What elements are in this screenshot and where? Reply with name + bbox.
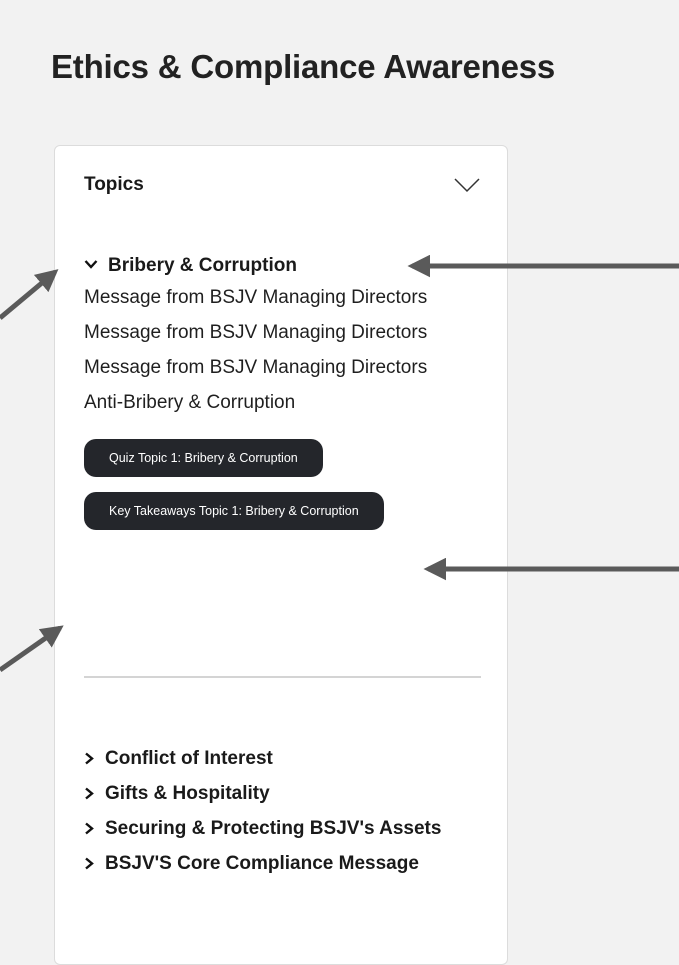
topics-header[interactable]: Topics (84, 173, 484, 203)
topic-list: Message from BSJV Managing Directors Mes… (84, 280, 444, 420)
chevron-right-icon (85, 857, 94, 870)
section-gifts-hospitality[interactable]: Gifts & Hospitality (84, 776, 484, 811)
divider (84, 676, 481, 678)
section-title: Conflict of Interest (105, 748, 273, 769)
section-title: Gifts & Hospitality (105, 783, 270, 804)
collapsed-sections: Conflict of Interest Gifts & Hospitality… (84, 741, 484, 881)
section-conflict-of-interest[interactable]: Conflict of Interest (84, 741, 484, 776)
arrow-icon (0, 269, 59, 320)
chevron-down-icon (84, 260, 98, 269)
quiz-topic-button[interactable]: Quiz Topic 1: Bribery & Corruption (84, 439, 323, 477)
section-title: BSJV'S Core Compliance Message (105, 853, 419, 874)
section-bribery-corruption: Bribery & Corruption Message from BSJV M… (84, 254, 444, 530)
section-core-compliance-message[interactable]: BSJV'S Core Compliance Message (84, 846, 484, 881)
chevron-right-icon (85, 822, 94, 835)
topics-panel: Topics Bribery & Corruption Message from… (54, 145, 508, 965)
page-title: Ethics & Compliance Awareness (51, 48, 556, 85)
topics-header-label: Topics (84, 174, 144, 195)
topic-link[interactable]: Anti-Bribery & Corruption (84, 385, 444, 420)
chevron-down-icon[interactable] (454, 177, 480, 193)
chevron-right-icon (85, 787, 94, 800)
topic-link[interactable]: Message from BSJV Managing Directors (84, 315, 444, 350)
arrow-icon (0, 625, 64, 673)
key-takeaways-button[interactable]: Key Takeaways Topic 1: Bribery & Corrupt… (84, 492, 384, 530)
chevron-right-icon (85, 752, 94, 765)
topic-link[interactable]: Message from BSJV Managing Directors (84, 280, 444, 315)
section-title: Bribery & Corruption (108, 255, 297, 276)
topic-link[interactable]: Message from BSJV Managing Directors (84, 350, 444, 385)
section-title: Securing & Protecting BSJV's Assets (105, 818, 442, 839)
section-securing-assets[interactable]: Securing & Protecting BSJV's Assets (84, 811, 484, 846)
section-header-bribery-corruption[interactable]: Bribery & Corruption (84, 254, 444, 280)
